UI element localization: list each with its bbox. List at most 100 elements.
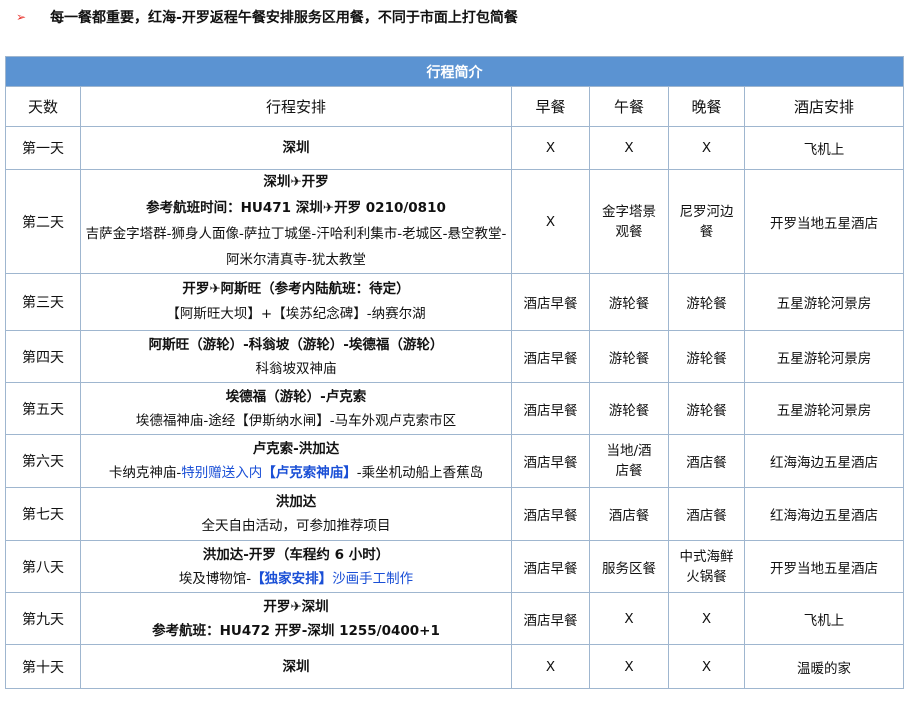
hotel-cell: 五星游轮河景房 — [743, 330, 905, 383]
detail-text: 埃及博物馆- — [178, 570, 252, 587]
highlight-attraction: 【卢克索神庙】 — [262, 465, 357, 481]
detail-text: 卡纳克神庙- — [108, 465, 182, 481]
schedule-title: 洪加达-开罗（车程约 6 小时） — [202, 546, 390, 563]
lunch-cell: X — [589, 126, 669, 170]
breakfast-cell: 酒店早餐 — [511, 540, 590, 593]
lunch-text: 当地/酒店餐 — [606, 443, 652, 479]
lunch-cell: 酒店餐 — [589, 487, 669, 541]
header-hotel: 酒店安排 — [743, 86, 905, 127]
schedule-title: 卢克索-洪加达 — [252, 441, 340, 457]
day-cell: 第五天 — [5, 382, 81, 435]
flight-reference: 参考航班时间：HU471 深圳✈开罗 0210/0810 — [146, 200, 446, 216]
header-dinner: 晚餐 — [668, 86, 745, 127]
header-schedule: 行程安排 — [80, 86, 512, 127]
table-row: 第十天 深圳 X X X 温暖的家 — [5, 644, 905, 689]
dinner-cell: X — [668, 644, 745, 689]
schedule-cell: 洪加达 全天自由活动，可参加推荐项目 — [80, 487, 512, 541]
schedule-cell: 开罗✈阿斯旺（参考内陆航班：待定） 【阿斯旺大坝】+【埃苏纪念碑】-纳赛尔湖 — [80, 273, 512, 331]
day-cell: 第一天 — [5, 126, 81, 170]
header-lunch: 午餐 — [589, 86, 669, 127]
dinner-cell: X — [668, 126, 745, 170]
dinner-cell: 酒店餐 — [668, 487, 745, 541]
lunch-cell: 金字塔景观餐 — [589, 169, 669, 274]
day-cell: 第四天 — [5, 330, 81, 383]
bullet-arrow-icon: ➢ — [16, 10, 27, 24]
hotel-cell: 开罗当地五星酒店 — [743, 169, 905, 274]
hotel-cell: 飞机上 — [743, 126, 905, 170]
schedule-title: 埃德福（游轮）-卢克索 — [225, 388, 367, 405]
schedule-title: 开罗✈阿斯旺（参考内陆航班：待定） — [182, 281, 410, 297]
hotel-cell: 五星游轮河景房 — [743, 273, 905, 331]
dinner-cell: 游轮餐 — [668, 330, 745, 383]
schedule-title: 深圳 — [282, 658, 310, 675]
schedule-detail: 吉萨金字塔群-狮身人面像-萨拉丁城堡-汗哈利利集市-老城区-悬空教堂-阿米尔清真… — [85, 226, 507, 268]
dinner-cell: 尼罗河边餐 — [668, 169, 745, 274]
hotel-cell: 温暖的家 — [743, 644, 905, 689]
hotel-cell: 飞机上 — [743, 592, 905, 645]
breakfast-cell: 酒店早餐 — [511, 434, 590, 488]
breakfast-cell: X — [511, 126, 590, 170]
dinner-cell: 中式海鲜火锅餐 — [668, 540, 745, 593]
highlight-text: 特别赠送入内 — [181, 465, 263, 481]
flight-reference: 参考航班：HU472 开罗-深圳 1255/0400+1 — [152, 622, 440, 639]
breakfast-cell: 酒店早餐 — [511, 330, 590, 383]
day-cell: 第八天 — [5, 540, 81, 593]
schedule-detail: 埃德福神庙-途经【伊斯纳水闸】-马车外观卢克索市区 — [135, 412, 457, 429]
intro-note: ➢ 每一餐都重要，红海-开罗返程午餐安排服务区用餐，不同于市面上打包简餐 — [16, 6, 518, 28]
schedule-detail: 全天自由活动，可参加推荐项目 — [201, 518, 391, 534]
highlight-attraction: 【独家安排】 — [251, 570, 333, 587]
hotel-cell: 红海海边五星酒店 — [743, 434, 905, 488]
lunch-cell: 服务区餐 — [589, 540, 669, 593]
table-title: 行程简介 — [4, 56, 905, 87]
hotel-cell: 五星游轮河景房 — [743, 382, 905, 435]
hotel-cell: 开罗当地五星酒店 — [743, 540, 905, 593]
day-cell: 第七天 — [5, 487, 81, 541]
itinerary-table: 行程简介 天数 行程安排 早餐 午餐 晚餐 酒店安排 第一天 深圳 X X X … — [4, 56, 905, 689]
day-cell: 第六天 — [5, 434, 81, 488]
breakfast-cell: 酒店早餐 — [511, 382, 590, 435]
detail-text-tail: -乘坐机动船上香蕉岛 — [356, 465, 484, 481]
breakfast-cell: 酒店早餐 — [511, 487, 590, 541]
dinner-text: 中式海鲜火锅餐 — [679, 548, 734, 585]
schedule-cell: 洪加达-开罗（车程约 6 小时） 埃及博物馆-【独家安排】沙画手工制作 — [80, 540, 512, 593]
table-row: 第七天 洪加达 全天自由活动，可参加推荐项目 酒店早餐 酒店餐 酒店餐 红海海边… — [5, 487, 905, 541]
schedule-cell: 卢克索-洪加达 卡纳克神庙-特别赠送入内【卢克索神庙】-乘坐机动船上香蕉岛 — [80, 434, 512, 488]
dinner-cell: 酒店餐 — [668, 434, 745, 488]
lunch-cell: 游轮餐 — [589, 273, 669, 331]
detail-text-tail: 沙画手工制作 — [332, 570, 414, 587]
lunch-cell: X — [589, 644, 669, 689]
table-row: 第九天 开罗✈深圳 参考航班：HU472 开罗-深圳 1255/0400+1 酒… — [5, 592, 905, 645]
breakfast-cell: X — [511, 644, 590, 689]
dinner-text: 尼罗河边餐 — [679, 203, 734, 240]
breakfast-cell: X — [511, 169, 590, 274]
breakfast-cell: 酒店早餐 — [511, 592, 590, 645]
hotel-cell: 红海海边五星酒店 — [743, 487, 905, 541]
table-row: 第四天 阿斯旺（游轮）-科翁坡（游轮）-埃德福（游轮） 科翁坡双神庙 酒店早餐 … — [5, 330, 905, 383]
day-cell: 第二天 — [5, 169, 81, 274]
lunch-cell: 游轮餐 — [589, 382, 669, 435]
schedule-cell: 埃德福（游轮）-卢克索 埃德福神庙-途经【伊斯纳水闸】-马车外观卢克索市区 — [80, 382, 512, 435]
schedule-cell: 开罗✈深圳 参考航班：HU472 开罗-深圳 1255/0400+1 — [80, 592, 512, 645]
lunch-text: 金字塔景观餐 — [602, 203, 656, 240]
table-title-row: 行程简介 — [4, 56, 905, 87]
table-row: 第一天 深圳 X X X 飞机上 — [5, 126, 905, 170]
schedule-detail: 卡纳克神庙-特别赠送入内【卢克索神庙】-乘坐机动船上香蕉岛 — [83, 461, 509, 485]
schedule-title: 洪加达 — [275, 494, 317, 510]
table-row: 第五天 埃德福（游轮）-卢克索 埃德福神庙-途经【伊斯纳水闸】-马车外观卢克索市… — [5, 382, 905, 435]
dinner-cell: 游轮餐 — [668, 382, 745, 435]
schedule-title: 深圳 — [282, 140, 310, 156]
header-day: 天数 — [5, 86, 81, 127]
lunch-cell: X — [589, 592, 669, 645]
schedule-detail: 科翁坡双神庙 — [255, 360, 337, 377]
table-header-row: 天数 行程安排 早餐 午餐 晚餐 酒店安排 — [5, 86, 905, 127]
table-row: 第八天 洪加达-开罗（车程约 6 小时） 埃及博物馆-【独家安排】沙画手工制作 … — [5, 540, 905, 593]
schedule-cell: 深圳✈开罗 参考航班时间：HU471 深圳✈开罗 0210/0810 吉萨金字塔… — [80, 169, 512, 274]
day-cell: 第九天 — [5, 592, 81, 645]
schedule-title: 阿斯旺（游轮）-科翁坡（游轮）-埃德福（游轮） — [148, 336, 444, 353]
intro-note-text: 每一餐都重要，红海-开罗返程午餐安排服务区用餐，不同于市面上打包简餐 — [50, 10, 518, 26]
header-breakfast: 早餐 — [511, 86, 590, 127]
schedule-cell: 深圳 — [80, 644, 512, 689]
breakfast-cell: 酒店早餐 — [511, 273, 590, 331]
dinner-cell: 游轮餐 — [668, 273, 745, 331]
table-row: 第六天 卢克索-洪加达 卡纳克神庙-特别赠送入内【卢克索神庙】-乘坐机动船上香蕉… — [5, 434, 905, 488]
